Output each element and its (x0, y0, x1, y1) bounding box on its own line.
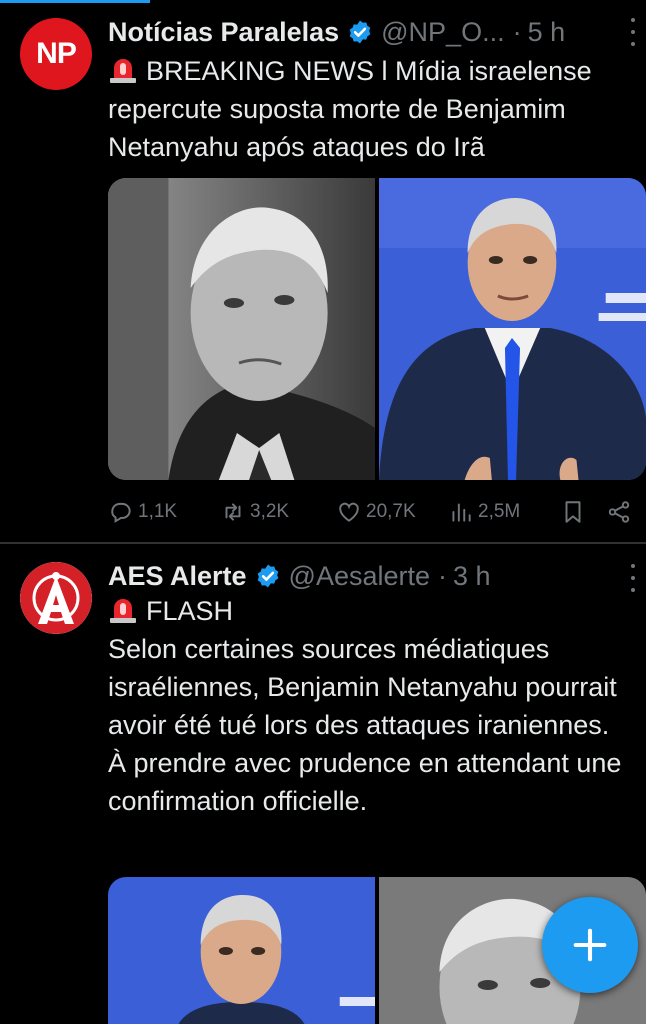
more-icon[interactable] (630, 18, 636, 46)
tweet-text-line: FLASH (108, 592, 632, 630)
action-bar: 1,1K 3,2K 20,7K 2,5M (108, 494, 632, 530)
verified-badge-icon (349, 20, 371, 44)
like-count: 20,7K (366, 501, 416, 522)
tweet-text: FLASH Selon certaines sources médiatique… (108, 592, 632, 820)
photo-grayscale-portrait[interactable] (108, 178, 375, 480)
author-handle[interactable]: @NP_O... (381, 17, 504, 48)
siren-emoji-icon (110, 59, 136, 83)
bookmark-icon (565, 501, 581, 523)
aes-logo-icon (20, 562, 92, 634)
views-icon (452, 503, 471, 522)
avatar[interactable] (20, 562, 92, 634)
avatar-logo-text: NP (36, 37, 77, 70)
repost-button[interactable]: 3,2K (220, 499, 289, 525)
tweet-text-line: Selon certaines sources médiatiques isra… (108, 634, 617, 740)
tweet-text-line: À prendre avec prudence en attendant une… (108, 748, 622, 816)
photo-speaking-podium[interactable] (108, 877, 375, 1024)
tweet-text: BREAKING NEWS l Mídia israelense repercu… (108, 52, 632, 166)
reply-icon (111, 502, 131, 523)
timestamp[interactable]: 3 h (453, 561, 491, 592)
like-button[interactable]: 20,7K (336, 499, 416, 525)
separator-dot: · (438, 560, 448, 591)
photo-speaking-podium-image (108, 877, 375, 1024)
photo-speaking-podium-image (379, 178, 646, 480)
photo-speaking-podium[interactable] (379, 178, 646, 480)
author-name[interactable]: AES Alerte (108, 561, 247, 592)
flash-label: FLASH (146, 596, 234, 626)
reply-button[interactable]: 1,1K (108, 499, 177, 525)
tweet-header: Notícias Paralelas @NP_O... · 5 h (108, 12, 646, 52)
views-button[interactable]: 2,5M (448, 499, 520, 525)
photo-grayscale-portrait-image (108, 178, 375, 480)
compose-plus-icon (573, 928, 607, 962)
compose-button[interactable] (542, 897, 638, 993)
media-grid[interactable] (108, 178, 646, 480)
bookmark-button[interactable] (560, 499, 586, 525)
separator-dot: · (512, 16, 522, 47)
like-icon (339, 502, 359, 522)
share-button[interactable] (606, 499, 632, 525)
tweet-card[interactable]: NP Notícias Paralelas @NP_O... · 5 h BRE… (0, 0, 646, 542)
siren-emoji-icon (110, 599, 136, 623)
tweet-text-content: BREAKING NEWS l Mídia israelense repercu… (108, 56, 592, 162)
verified-badge-icon (257, 564, 278, 588)
timestamp[interactable]: 5 h (528, 17, 566, 48)
reply-count: 1,1K (138, 501, 178, 522)
more-icon[interactable] (630, 564, 636, 592)
tweet-header: AES Alerte @Aesalerte · 3 h (108, 556, 646, 596)
author-name[interactable]: Notícias Paralelas (108, 17, 339, 48)
avatar[interactable]: NP (20, 18, 92, 90)
share-icon (608, 501, 630, 523)
author-handle[interactable]: @Aesalerte (289, 561, 430, 592)
repost-icon (225, 503, 241, 521)
views-count: 2,5M (478, 501, 521, 522)
repost-count: 3,2K (250, 501, 290, 522)
